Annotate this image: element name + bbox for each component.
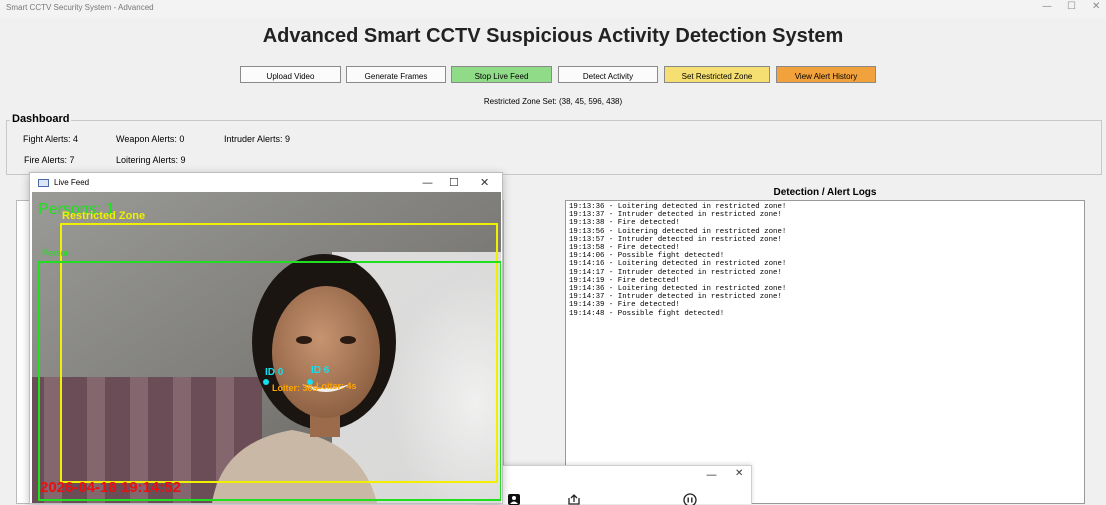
view-alert-history-button[interactable]: View Alert History xyxy=(776,66,876,83)
person-icon[interactable] xyxy=(508,494,520,505)
close-icon[interactable]: ✕ xyxy=(1092,1,1100,12)
person-label: Person xyxy=(42,248,71,258)
set-restricted-zone-button[interactable]: Set Restricted Zone xyxy=(664,66,770,83)
track-id-0: ID 0 xyxy=(265,367,284,378)
maximize-icon[interactable]: ☐ xyxy=(449,176,459,189)
media-mini-player: — ✕ xyxy=(477,465,752,505)
logs-title: Detection / Alert Logs xyxy=(773,187,877,198)
generate-frames-button[interactable]: Generate Frames xyxy=(346,66,446,83)
loitering-alerts-count: Loitering Alerts: 9 xyxy=(116,155,186,165)
alert-log-text: 19:13:36 - Loitering detected in restric… xyxy=(569,203,787,318)
minimize-icon[interactable]: — xyxy=(706,468,717,481)
upload-video-button[interactable]: Upload Video xyxy=(240,66,341,83)
page-title: Advanced Smart CCTV Suspicious Activity … xyxy=(262,25,844,47)
tracker-point xyxy=(263,379,269,385)
dashboard-title: Dashboard xyxy=(10,113,72,125)
feed-timestamp: 2026-04-18 19:14:52 xyxy=(40,479,181,496)
window-title: Smart CCTV Security System - Advanced xyxy=(6,3,154,12)
live-feed-window[interactable]: Live Feed — ☐ ✕ Persons: 1 Restricted Zo… xyxy=(29,172,503,504)
minimize-icon[interactable]: — xyxy=(422,176,433,189)
camera-image: Persons: 1 Restricted Zone Person ID 0 I… xyxy=(32,192,501,503)
maximize-icon[interactable]: ☐ xyxy=(1067,1,1076,12)
pause-icon[interactable] xyxy=(683,493,697,505)
dashboard-panel xyxy=(6,120,1102,175)
close-icon[interactable]: ✕ xyxy=(480,176,489,189)
fire-alerts-count: Fire Alerts: 7 xyxy=(24,155,75,165)
detect-activity-button[interactable]: Detect Activity xyxy=(558,66,658,83)
intruder-alerts-count: Intruder Alerts: 9 xyxy=(224,134,291,144)
alert-log-textbox[interactable]: 19:13:36 - Loitering detected in restric… xyxy=(565,200,1085,504)
weapon-alerts-count: Weapon Alerts: 0 xyxy=(116,134,185,144)
restricted-zone-label: Restricted Zone xyxy=(62,210,145,222)
window-titlebar: Smart CCTV Security System - Advanced — … xyxy=(0,0,1106,18)
loiter-time-6: Loiter: 4s xyxy=(316,381,357,391)
window-app-icon xyxy=(38,179,49,187)
stop-live-feed-button[interactable]: Stop Live Feed xyxy=(451,66,552,83)
fight-alerts-count: Fight Alerts: 4 xyxy=(23,134,79,144)
live-feed-titlebar[interactable]: Live Feed — ☐ ✕ xyxy=(30,173,502,192)
loiter-time-0: Loiter: 38s xyxy=(272,383,318,393)
share-icon[interactable] xyxy=(567,494,581,505)
restricted-zone-status: Restricted Zone Set: (38, 45, 596, 438) xyxy=(483,97,623,106)
close-icon[interactable]: ✕ xyxy=(735,468,743,479)
camera-frame: Persons: 1 Restricted Zone Person ID 0 I… xyxy=(32,192,501,503)
track-id-6: ID 6 xyxy=(311,365,330,376)
live-feed-title: Live Feed xyxy=(54,178,90,187)
minimize-icon[interactable]: — xyxy=(1042,1,1052,12)
